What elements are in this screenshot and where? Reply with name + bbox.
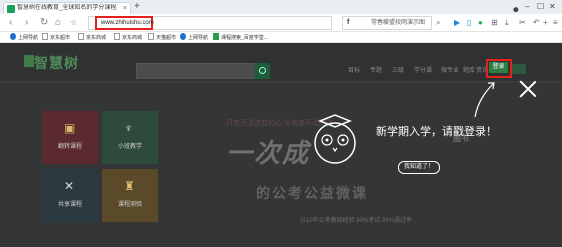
download-icon[interactable]: ⤓ <box>505 17 509 28</box>
bookmark-item[interactable]: 上网导航 <box>10 33 38 42</box>
nav-item[interactable]: 三级 <box>392 67 404 75</box>
banner-subline: 的公考公益微课 <box>256 185 368 201</box>
bookmarks-bar: 上网导航 京东超市 京东商城 京东商城 天猫超市 上网导航 课程搜索_百度学堂.… <box>0 32 562 43</box>
home-button[interactable]: ⌂ <box>55 16 61 29</box>
nav-item[interactable]: 学分课 <box>414 67 432 75</box>
search-engine-icon[interactable]: f <box>347 17 349 29</box>
nav-item[interactable]: 目标 <box>348 67 360 75</box>
tile-small-class[interactable]: ♆ 小班教学 <box>102 111 158 164</box>
tile-quiz[interactable]: ♜ 课程测验 <box>102 169 158 222</box>
bookmark-item[interactable]: 京东商城 <box>78 33 106 42</box>
address-toolbar: ‹ › ↻ ⌂ ☆ www.zhihuishu.com f 常春藤盟校网演示图 … <box>0 14 562 32</box>
pointer-arrow-icon <box>474 82 495 118</box>
tab-title: 智慧树在线教育_全球知名的学分课程服务平台 <box>17 5 117 11</box>
forward-button[interactable]: › <box>25 16 28 29</box>
close-window-button[interactable]: ✕ <box>549 1 556 13</box>
globe-icon <box>180 33 186 40</box>
minimize-button[interactable]: – <box>525 1 529 13</box>
chat-icon[interactable]: ● <box>478 17 483 28</box>
tile-flipped[interactable]: ▣ 翻转课程 <box>42 111 98 164</box>
bookmark-item[interactable]: 上网导航 <box>180 33 208 42</box>
banner-stats: 以10年公考教研经验 80%考试 93%通过率 <box>300 218 413 224</box>
tab-bar: 智慧树在线教育_全球知名的学分课程服务平台 × + ⬤ – ☐ ✕ <box>0 0 562 14</box>
play-icon[interactable]: ▶ <box>454 17 460 28</box>
close-overlay-icon[interactable] <box>519 80 537 98</box>
url-field[interactable]: www.zhihuishu.com <box>88 16 332 30</box>
welcome-message: 新学期入学，请戳登录！ <box>376 125 497 138</box>
nav-item[interactable]: 专题 <box>370 67 382 75</box>
login-button[interactable]: 登录 <box>489 62 508 73</box>
search-placeholder: 常春藤盟校网演示图 <box>371 20 426 26</box>
tools-icon: ✕ <box>64 179 75 193</box>
grid-icon[interactable]: ⊞ <box>491 17 498 28</box>
got-it-button[interactable]: 我知道了！ <box>398 161 440 174</box>
site-search-input[interactable] <box>136 63 256 79</box>
trophy-icon: ♜ <box>124 179 135 193</box>
tab-active[interactable]: 智慧树在线教育_全球知名的学分课程服务平台 × <box>3 2 131 14</box>
maximize-button[interactable]: ☐ <box>537 1 544 13</box>
site-search-button[interactable] <box>255 63 270 79</box>
back-button[interactable]: ‹ <box>9 16 12 29</box>
new-tab-button[interactable]: + <box>134 1 140 13</box>
owl-mascot-icon <box>314 114 356 164</box>
bookmark-star-icon[interactable]: ☆ <box>70 16 77 29</box>
nav-item[interactable]: 微专业 <box>441 67 459 75</box>
reload-button[interactable]: ↻ <box>40 16 48 29</box>
globe-icon <box>10 33 16 40</box>
banner-headline: 一次成 <box>226 138 311 168</box>
scissors-icon[interactable]: ✂ <box>519 17 526 28</box>
register-button[interactable] <box>512 64 526 74</box>
nav-item[interactable]: 题库 <box>463 67 475 75</box>
web-page: 智慧树 目标 专题 三级 学分课 微专业 题库 资讯 登录 ▣ 翻转课程 ♆ 小… <box>0 43 562 247</box>
bookmark-item[interactable]: 课程搜索_百度学堂... <box>213 33 268 42</box>
add-icon[interactable]: + <box>543 17 548 28</box>
page-icon <box>78 33 84 40</box>
tv-icon: ▣ <box>64 121 76 135</box>
app-icon <box>213 33 219 40</box>
url-text: www.zhihuishu.com <box>101 20 154 26</box>
site-logo[interactable]: 智慧树 <box>34 53 79 73</box>
cup-icon: ♆ <box>124 121 133 135</box>
search-box[interactable]: f 常春藤盟校网演示图 <box>342 16 432 30</box>
phone-icon[interactable]: ▯ <box>467 17 471 28</box>
bookmark-item[interactable]: 京东商城 <box>114 33 142 42</box>
logo-mark-icon <box>24 55 34 67</box>
bookmark-item[interactable]: 京东超市 <box>42 33 70 42</box>
page-icon <box>42 33 48 40</box>
bookmark-item[interactable]: 天猫超市 <box>148 33 176 42</box>
page-icon <box>148 33 154 40</box>
page-icon <box>114 33 120 40</box>
site-favicon-icon <box>7 5 15 13</box>
tab-close-icon[interactable]: × <box>123 4 127 13</box>
undo-icon[interactable]: ↶ <box>533 17 540 28</box>
tile-shared[interactable]: ✕ 共享课程 <box>42 169 98 222</box>
search-icon[interactable]: ⌕ <box>436 17 440 28</box>
menu-icon[interactable]: ≡ <box>553 17 558 28</box>
site-header: 智慧树 目标 专题 三级 学分课 微专业 题库 资讯 登录 <box>0 43 562 81</box>
